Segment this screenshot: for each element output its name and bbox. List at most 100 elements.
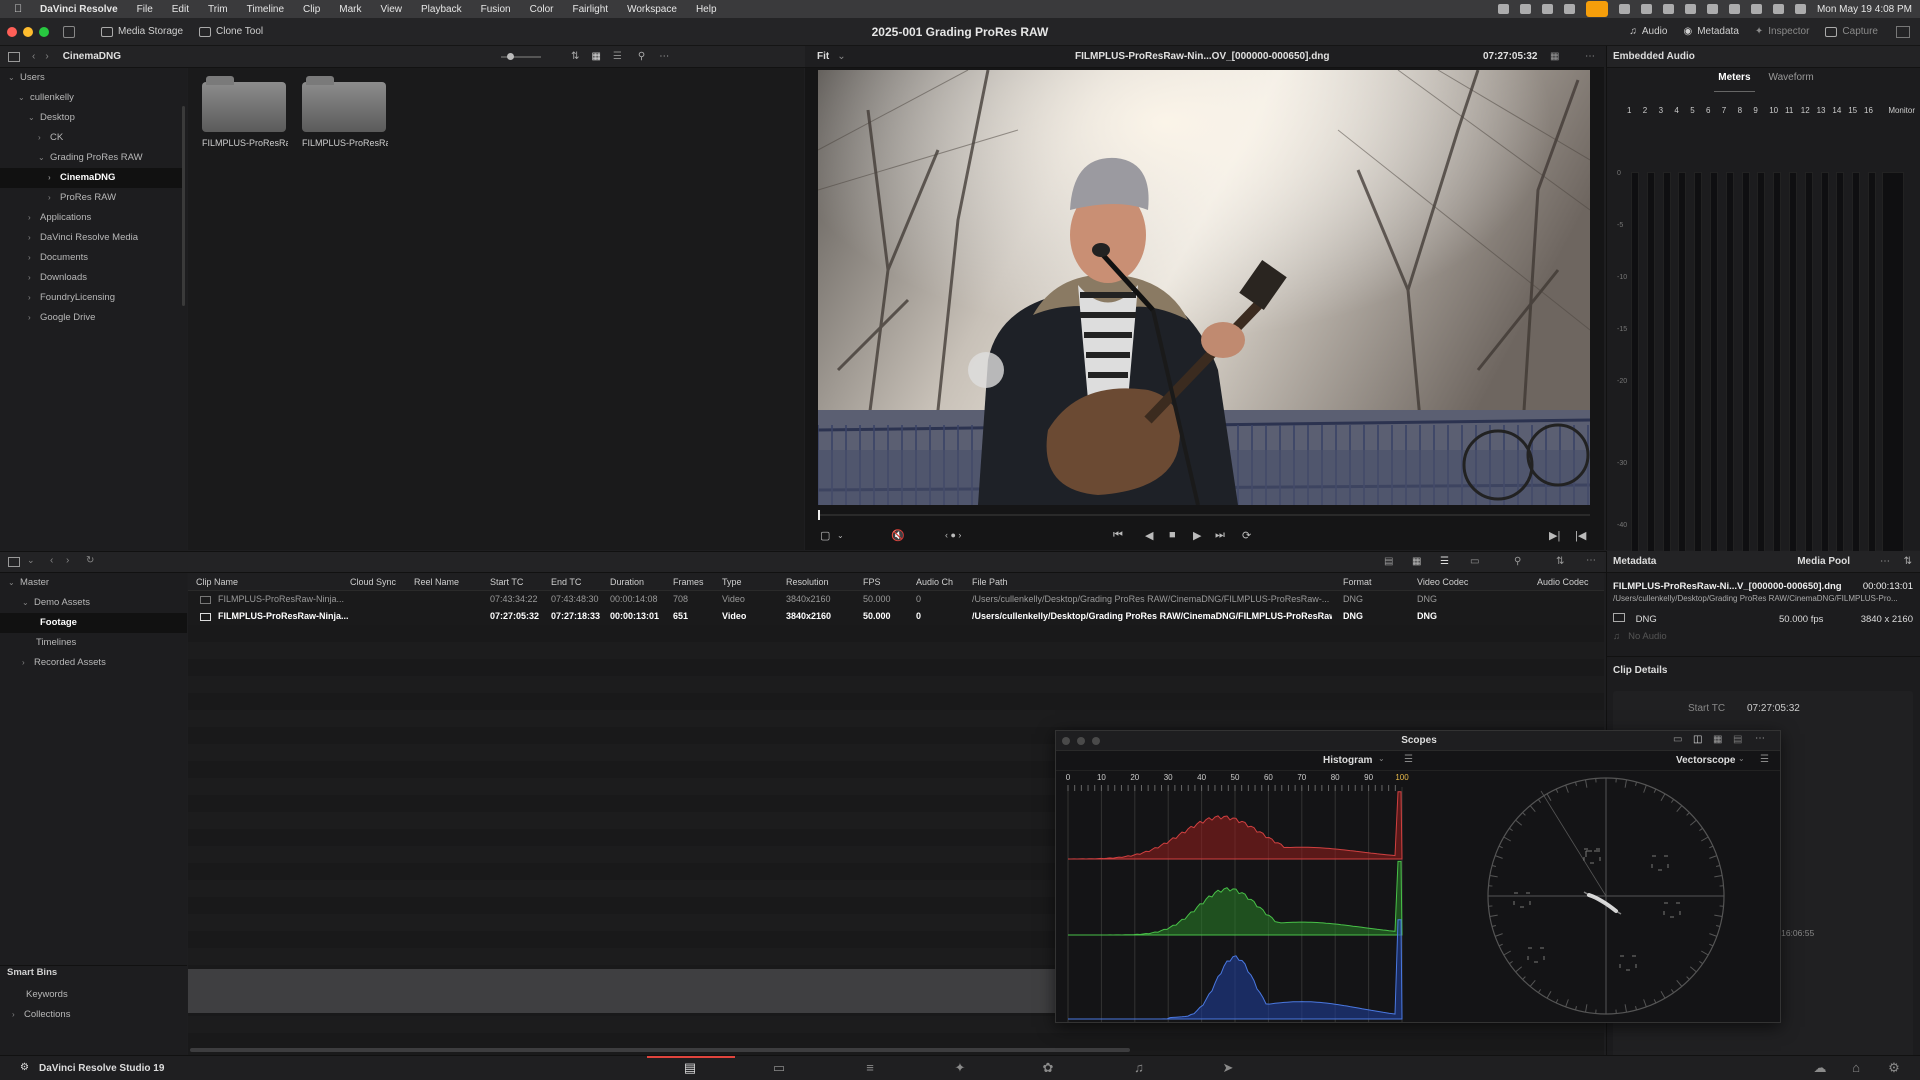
- grid-view-icon[interactable]: ▦: [591, 51, 600, 62]
- media-storage-button[interactable]: Media Storage: [93, 22, 191, 42]
- storage-tree-item[interactable]: ⌄ Grading ProRes RAW: [0, 148, 185, 168]
- sort-icon[interactable]: ⇅: [1904, 556, 1912, 567]
- go-to-end-icon[interactable]: ⏭: [1215, 529, 1225, 542]
- more-options-icon[interactable]: ⋯: [1880, 556, 1890, 567]
- quad-layout-icon[interactable]: ▦: [1713, 734, 1722, 745]
- clock[interactable]: Mon May 19 4:08 PM: [1817, 4, 1912, 15]
- menu-mark[interactable]: Mark: [339, 4, 361, 15]
- storage-tree-item[interactable]: › ProRes RAW: [0, 188, 185, 208]
- apple-icon[interactable]: : [14, 3, 28, 15]
- tab-meters[interactable]: Meters: [1714, 72, 1755, 92]
- more-options-icon[interactable]: ⋯: [659, 51, 669, 62]
- menu-edit[interactable]: Edit: [172, 4, 189, 15]
- search-icon[interactable]: ⚲: [638, 51, 645, 62]
- sync-bin-icon[interactable]: ↻: [86, 555, 94, 566]
- cloud-icon[interactable]: ☁: [1812, 1060, 1828, 1076]
- headphones-icon[interactable]: [1706, 4, 1718, 14]
- storage-tree-item[interactable]: ⌄ Users: [0, 68, 185, 88]
- edit-page-icon[interactable]: ≡: [862, 1060, 878, 1076]
- column-header[interactable]: Reel Name: [414, 573, 459, 591]
- menu-trim[interactable]: Trim: [208, 4, 228, 15]
- column-header[interactable]: File Path: [972, 573, 1008, 591]
- sort-icon[interactable]: ⇅: [571, 51, 579, 62]
- storage-tree-item[interactable]: › Google Drive: [0, 308, 185, 328]
- back-arrow-icon[interactable]: ‹: [50, 555, 53, 566]
- mute-icon[interactable]: 🔇: [891, 529, 905, 542]
- close-window-button[interactable]: [7, 26, 17, 37]
- bin-item[interactable]: ⌄ Master: [0, 573, 187, 593]
- settings-gear-icon[interactable]: ⚙: [1886, 1060, 1902, 1076]
- column-header[interactable]: Cloud Sync: [350, 573, 396, 591]
- chevron-icon[interactable]: ›: [22, 653, 34, 673]
- column-header[interactable]: Video Codec: [1417, 573, 1468, 591]
- viewer-timecode[interactable]: 07:27:05:32: [1483, 51, 1537, 62]
- stop-icon[interactable]: ■: [1169, 529, 1176, 541]
- column-header[interactable]: Audio Ch: [916, 573, 953, 591]
- list-view-icon[interactable]: ☰: [1440, 556, 1449, 567]
- chevron-icon[interactable]: ›: [28, 308, 40, 328]
- app-icon[interactable]: [1640, 4, 1652, 14]
- storage-tree-item[interactable]: › DaVinci Resolve Media: [0, 228, 185, 248]
- scope-settings-icon[interactable]: ☰: [1404, 754, 1413, 765]
- storage-tree-item[interactable]: › FoundryLicensing: [0, 288, 185, 308]
- tree-scrollbar[interactable]: [182, 106, 185, 306]
- bin-item[interactable]: Footage: [0, 613, 187, 633]
- menu-playback[interactable]: Playback: [421, 4, 462, 15]
- mark-in-icon[interactable]: ▶|: [1549, 529, 1560, 542]
- menu-app[interactable]: DaVinci Resolve: [40, 4, 118, 15]
- tab-waveform[interactable]: Waveform: [1769, 72, 1814, 92]
- bluetooth-icon[interactable]: [1684, 4, 1696, 14]
- deliver-page-icon[interactable]: ➤: [1220, 1060, 1236, 1076]
- clone-tool-button[interactable]: Clone Tool: [191, 22, 271, 42]
- menu-help[interactable]: Help: [696, 4, 717, 15]
- play-reverse-icon[interactable]: ◀: [1145, 529, 1153, 542]
- grid-view-icon[interactable]: ▦: [1412, 556, 1421, 567]
- dropbox-icon[interactable]: [1519, 4, 1531, 14]
- fairlight-page-icon[interactable]: ♫: [1131, 1060, 1147, 1076]
- column-header[interactable]: Start TC: [490, 573, 523, 591]
- chevron-icon[interactable]: ›: [12, 1005, 24, 1025]
- storage-tree-item[interactable]: ⌄ cullenkelly: [0, 88, 185, 108]
- search-icon[interactable]: [1772, 4, 1784, 14]
- start-tc-value[interactable]: 07:27:05:32: [1747, 703, 1800, 714]
- chevron-icon[interactable]: ⌄: [38, 148, 50, 168]
- chevron-icon[interactable]: ›: [28, 228, 40, 248]
- bin-item[interactable]: Timelines: [0, 633, 187, 653]
- scrubber-bar[interactable]: [818, 510, 1590, 520]
- column-header[interactable]: Resolution: [786, 573, 829, 591]
- wifi-icon[interactable]: [1750, 4, 1762, 14]
- chevron-icon[interactable]: ›: [28, 208, 40, 228]
- metadata-view-icon[interactable]: ▤: [1384, 556, 1393, 567]
- notification-icon[interactable]: [1585, 1, 1608, 17]
- chevron-down-icon[interactable]: ⌄: [27, 555, 35, 566]
- audio-button[interactable]: ♫ Audio: [1621, 22, 1675, 42]
- column-header[interactable]: Clip Name: [196, 573, 238, 591]
- creative-cloud-icon[interactable]: [1497, 4, 1509, 14]
- grid-icon[interactable]: [1662, 4, 1674, 14]
- storage-tree-item[interactable]: › Applications: [0, 208, 185, 228]
- chevron-icon[interactable]: ›: [48, 168, 60, 188]
- smart-bin-item[interactable]: › Collections: [0, 1005, 187, 1025]
- horizontal-scrollbar[interactable]: [190, 1048, 1130, 1052]
- table-row[interactable]: FILMPLUS-ProResRaw-Ninja... 07:43:34:22 07…: [188, 591, 1598, 608]
- column-header[interactable]: End TC: [551, 573, 581, 591]
- panel-toggle-icon[interactable]: [63, 25, 75, 38]
- cut-page-icon[interactable]: ▭: [771, 1060, 787, 1076]
- chevron-icon[interactable]: ⌄: [8, 573, 20, 593]
- column-header[interactable]: Format: [1343, 573, 1372, 591]
- multi-layout-icon[interactable]: ▤: [1733, 734, 1742, 745]
- play-icon[interactable]: ▶: [1193, 529, 1201, 542]
- single-layout-icon[interactable]: ▭: [1673, 734, 1682, 745]
- table-row[interactable]: FILMPLUS-ProResRaw-Ninja... 07:27:05:32 07…: [188, 608, 1598, 625]
- column-header[interactable]: Audio Codec: [1537, 573, 1589, 591]
- jog-control[interactable]: ‹ ● ›: [945, 530, 961, 540]
- menu-file[interactable]: File: [137, 4, 153, 15]
- chevron-icon[interactable]: ›: [38, 128, 50, 148]
- menu-fusion[interactable]: Fusion: [481, 4, 511, 15]
- list-view-icon[interactable]: ☰: [613, 51, 622, 62]
- mark-out-icon[interactable]: |◀: [1575, 529, 1586, 542]
- media-pool-label[interactable]: Media Pool: [1797, 556, 1850, 567]
- bin-list-toggle-icon[interactable]: [8, 557, 20, 567]
- sort-icon[interactable]: ⇅: [1556, 556, 1564, 567]
- target-icon[interactable]: [1618, 4, 1630, 14]
